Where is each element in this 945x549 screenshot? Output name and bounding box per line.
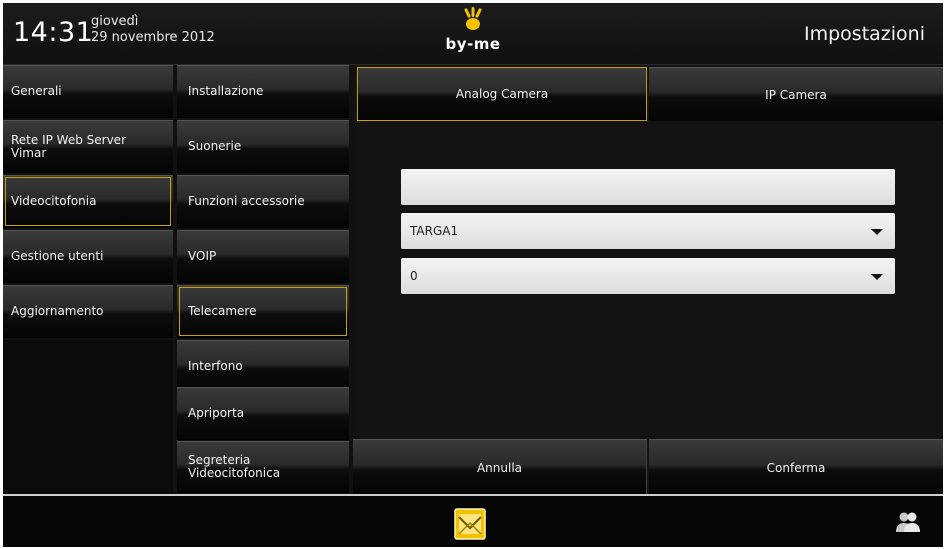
menu-item-gestione-utenti[interactable]: Gestione utenti <box>3 230 173 283</box>
logo-hand-icon <box>464 7 482 30</box>
camera-number-select[interactable]: 0 <box>401 258 895 294</box>
submenu-item-label: Interfono <box>188 359 243 373</box>
submenu-item-funzioni-accessorie[interactable]: Funzioni accessorie <box>177 175 349 228</box>
chevron-down-icon <box>871 274 883 280</box>
clock-time: 14:31 <box>13 17 94 48</box>
users-icon[interactable] <box>895 511 921 533</box>
clock-date: 29 novembre 2012 <box>91 30 215 45</box>
tab-ip-camera[interactable]: IP Camera <box>649 67 943 121</box>
submenu-item-suonerie[interactable]: Suonerie <box>177 120 349 173</box>
camera-name-input[interactable] <box>401 169 895 205</box>
submenu-item-label: Telecamere <box>188 304 257 318</box>
page-title: Impostazioni <box>804 23 925 45</box>
menu-item-rete-ip[interactable]: Rete IP Web Server Vimar <box>3 120 173 173</box>
submenu-item-voip[interactable]: VOIP <box>177 230 349 283</box>
submenu-item-installazione[interactable]: Installazione <box>177 65 349 118</box>
submenu-item-label: Suonerie <box>188 139 242 153</box>
submenu-item-segreteria[interactable]: Segreteria Videocitofonica <box>177 441 349 493</box>
menu-item-generali[interactable]: Generali <box>3 65 173 118</box>
tab-label: IP Camera <box>765 87 827 102</box>
tab-label: Analog Camera <box>455 87 549 101</box>
menu-item-label: Gestione utenti <box>11 249 104 263</box>
menu-item-aggiornamento[interactable]: Aggiornamento <box>3 285 173 338</box>
menu-item-label: Generali <box>11 84 62 98</box>
cancel-button[interactable]: Annulla <box>353 439 647 495</box>
menu-item-label: Rete IP Web Server Vimar <box>11 132 127 160</box>
footer-bar <box>3 494 943 547</box>
confirm-button[interactable]: Conferma <box>649 439 943 495</box>
menu-item-label: Aggiornamento <box>11 304 104 318</box>
menu-item-videocitofonia[interactable]: Videocitofonia <box>3 175 173 228</box>
menu-empty-area <box>3 340 173 494</box>
submenu-item-label: Installazione <box>188 84 264 98</box>
cancel-label: Annulla <box>476 460 523 475</box>
screen: 14:31 giovedì 29 novembre 2012 by-me Imp… <box>3 3 943 547</box>
submenu-item-label: VOIP <box>188 249 217 263</box>
home-icon[interactable] <box>454 508 486 540</box>
menu-item-label: Videocitofonia <box>11 194 97 208</box>
camera-number-value: 0 <box>410 269 418 283</box>
logo: by-me <box>441 7 505 59</box>
header: 14:31 giovedì 29 novembre 2012 by-me Imp… <box>3 3 943 65</box>
chevron-down-icon <box>871 229 883 235</box>
submenu-item-label: Apriporta <box>188 406 245 420</box>
clock-day: giovedì <box>91 14 139 29</box>
submenu-item-interfono[interactable]: Interfono <box>177 340 349 393</box>
confirm-label: Conferma <box>766 460 826 475</box>
tab-analog-camera[interactable]: Analog Camera <box>357 67 647 121</box>
submenu-item-telecamere[interactable]: Telecamere <box>177 285 349 338</box>
targa-select-value: TARGA1 <box>410 224 459 238</box>
camera-settings-panel: Analog Camera IP Camera TARGA1 0 Annulla… <box>353 65 943 495</box>
targa-select[interactable]: TARGA1 <box>401 213 895 249</box>
logo-text: by-me <box>445 35 501 53</box>
submenu-item-label: Segreteria Videocitofonica <box>188 453 281 480</box>
submenu-item-apriporta[interactable]: Apriporta <box>177 387 349 440</box>
submenu-item-label: Funzioni accessorie <box>188 194 305 208</box>
